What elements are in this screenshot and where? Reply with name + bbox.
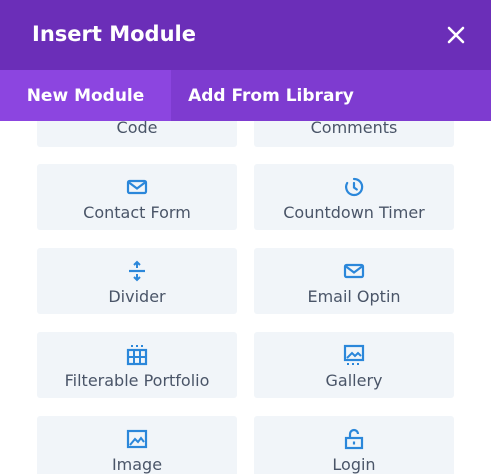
module-comments[interactable]: Comments bbox=[254, 121, 454, 147]
close-button[interactable] bbox=[440, 19, 472, 51]
module-code[interactable]: Code bbox=[37, 121, 237, 147]
module-email-optin[interactable]: Email Optin bbox=[254, 248, 454, 314]
module-label: Code bbox=[116, 121, 158, 137]
module-label: Divider bbox=[108, 287, 166, 306]
module-gallery[interactable]: Gallery bbox=[254, 332, 454, 398]
tab-bar: New Module Add From Library bbox=[0, 70, 491, 121]
insert-module-modal: Insert Module New Module Add From Librar… bbox=[0, 0, 491, 474]
envelope-icon bbox=[343, 263, 365, 279]
module-contact-form[interactable]: Contact Form bbox=[37, 164, 237, 230]
module-login[interactable]: Login bbox=[254, 416, 454, 474]
module-image[interactable]: Image bbox=[37, 416, 237, 474]
divider-icon bbox=[129, 260, 145, 282]
grid-icon bbox=[126, 345, 148, 366]
close-icon bbox=[447, 26, 465, 44]
envelope-icon bbox=[126, 179, 148, 195]
module-countdown-timer[interactable]: Countdown Timer bbox=[254, 164, 454, 230]
module-label: Login bbox=[332, 455, 376, 474]
module-label: Countdown Timer bbox=[283, 203, 425, 222]
module-label: Gallery bbox=[325, 371, 383, 390]
modal-title: Insert Module bbox=[32, 22, 196, 46]
module-label: Filterable Portfolio bbox=[64, 371, 210, 390]
lock-icon bbox=[344, 428, 364, 450]
modal-header: Insert Module bbox=[0, 0, 491, 70]
image-icon bbox=[126, 429, 148, 449]
module-label: Image bbox=[111, 455, 163, 474]
module-divider[interactable]: Divider bbox=[37, 248, 237, 314]
tab-add-from-library[interactable]: Add From Library bbox=[171, 70, 371, 121]
module-label: Contact Form bbox=[83, 203, 191, 222]
timer-icon bbox=[345, 177, 364, 197]
tab-new-module[interactable]: New Module bbox=[0, 70, 171, 121]
module-label: Comments bbox=[310, 121, 398, 137]
gallery-icon bbox=[343, 344, 365, 365]
module-filterable-portfolio[interactable]: Filterable Portfolio bbox=[37, 332, 237, 398]
module-grid: Code Comments Contact Form Countdown Tim… bbox=[0, 121, 491, 474]
module-label: Email Optin bbox=[307, 287, 401, 306]
